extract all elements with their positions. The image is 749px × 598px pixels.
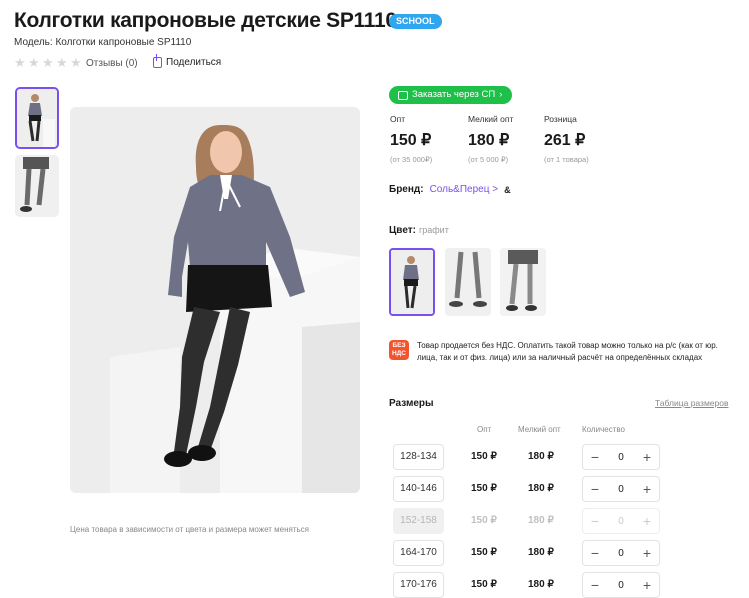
star-icon: ★ bbox=[70, 55, 82, 70]
size-option[interactable]: 128-134 bbox=[393, 444, 444, 470]
sizes-title: Размеры bbox=[389, 398, 434, 409]
share-icon bbox=[153, 54, 162, 68]
quantity-value[interactable]: 0 bbox=[618, 580, 624, 591]
size-price-small-opt: 180 ₽ bbox=[528, 483, 554, 494]
quantity-value[interactable]: 0 bbox=[618, 484, 624, 495]
price-small-opt: Мелкий опт 180 ₽ (от 5 000 ₽) bbox=[468, 114, 513, 164]
quantity-value[interactable]: 0 bbox=[618, 452, 624, 463]
color-swatch-1[interactable] bbox=[389, 248, 435, 316]
size-option-disabled: 152-158 bbox=[393, 508, 444, 534]
no-vat-icon: БЕЗ НДС bbox=[389, 340, 409, 360]
girl-swatch-image bbox=[391, 250, 433, 314]
thumbnail-1[interactable] bbox=[15, 87, 59, 149]
model-text: Модель: Колготки капроновые SP1110 bbox=[14, 37, 192, 48]
minus-button[interactable]: − bbox=[589, 540, 601, 566]
color-value: графит bbox=[418, 225, 449, 235]
quantity-value[interactable]: 0 bbox=[618, 548, 624, 559]
star-icon: ★ bbox=[28, 55, 40, 70]
star-icon: ★ bbox=[42, 55, 54, 70]
star-icon: ★ bbox=[14, 55, 26, 70]
color-title: Цвет: bbox=[389, 225, 416, 236]
price-retail: Розница 261 ₽ (от 1 товара) bbox=[544, 114, 589, 164]
share-button[interactable]: Поделиться bbox=[153, 54, 222, 68]
girl-photo-thumbnail bbox=[17, 89, 57, 147]
size-chart-link[interactable]: Таблица размеров bbox=[655, 398, 729, 408]
price-value: 150 ₽ bbox=[390, 132, 432, 149]
chevron-right-icon: > bbox=[492, 184, 499, 195]
color-swatch-3[interactable] bbox=[500, 248, 546, 316]
price-value: 180 ₽ bbox=[468, 132, 510, 149]
price-value: 261 ₽ bbox=[544, 132, 586, 149]
reviews-link[interactable]: Отзывы (0) bbox=[86, 58, 138, 69]
col-header-qty: Количество bbox=[582, 425, 625, 434]
minus-button: − bbox=[590, 513, 600, 529]
plus-button[interactable]: + bbox=[641, 540, 653, 566]
quantity-stepper: − 0 + bbox=[582, 540, 660, 566]
price-condition: (от 35 000₽) bbox=[390, 155, 433, 164]
size-price-small-opt: 180 ₽ bbox=[528, 451, 554, 462]
thumbnail-2[interactable] bbox=[15, 155, 59, 217]
minus-button[interactable]: − bbox=[589, 444, 601, 470]
color-label: Цвет: графит bbox=[389, 225, 449, 236]
size-price-opt: 150 ₽ bbox=[471, 451, 497, 462]
girl-photo bbox=[70, 107, 360, 493]
brand-row: Бренд: Соль&Перец > & bbox=[389, 184, 511, 195]
size-option[interactable]: 164-170 bbox=[393, 540, 444, 566]
size-price-opt: 150 ₽ bbox=[471, 579, 497, 590]
minus-button[interactable]: − bbox=[589, 476, 601, 502]
cart-icon bbox=[398, 90, 408, 100]
size-price-small-opt: 180 ₽ bbox=[528, 547, 554, 558]
price-condition: (от 5 000 ₽) bbox=[468, 155, 509, 164]
quantity-stepper: − 0 + bbox=[582, 572, 660, 598]
legs-swatch-image bbox=[445, 248, 491, 316]
order-via-sp-button[interactable]: Заказать через СП › bbox=[389, 86, 513, 104]
quantity-stepper: − 0 + bbox=[582, 444, 660, 470]
rating-stars[interactable]: ★ ★ ★ ★ ★ bbox=[14, 56, 83, 69]
col-header-opt: Опт bbox=[477, 425, 492, 434]
size-price-opt: 150 ₽ bbox=[471, 515, 497, 526]
page-title: Колготки капроновые детские SP1110 bbox=[14, 9, 397, 32]
legs-swatch-image bbox=[500, 248, 546, 316]
size-option[interactable]: 170-176 bbox=[393, 572, 444, 598]
size-price-opt: 150 ₽ bbox=[471, 483, 497, 494]
price-condition: (от 1 товара) bbox=[544, 155, 589, 164]
share-label: Поделиться bbox=[166, 57, 222, 68]
plus-button[interactable]: + bbox=[641, 444, 653, 470]
quantity-value: 0 bbox=[618, 515, 624, 527]
plus-button: + bbox=[642, 513, 652, 529]
vat-text: Товар продается без НДС. Оплатить такой … bbox=[417, 341, 718, 362]
plus-button[interactable]: + bbox=[641, 476, 653, 502]
size-price-small-opt: 180 ₽ bbox=[528, 579, 554, 590]
vat-notice: БЕЗ НДС Товар продается без НДС. Оплатит… bbox=[389, 340, 734, 364]
brand-name: Соль&Перец bbox=[429, 184, 490, 195]
minus-button[interactable]: − bbox=[589, 572, 601, 598]
star-icon: ★ bbox=[56, 55, 68, 70]
quantity-stepper-disabled: − 0 + bbox=[582, 508, 660, 534]
color-swatch-2[interactable] bbox=[445, 248, 491, 316]
price-note: Цена товара в зависимости от цвета и раз… bbox=[70, 525, 310, 534]
price-label: Мелкий опт bbox=[468, 114, 514, 124]
chevron-right-icon: › bbox=[499, 89, 503, 100]
price-opt: Опт 150 ₽ (от 35 000₽) bbox=[390, 114, 432, 164]
price-label: Розница bbox=[544, 114, 577, 124]
plus-button[interactable]: + bbox=[641, 572, 653, 598]
quantity-stepper: − 0 + bbox=[582, 476, 660, 502]
brand-logo: & bbox=[504, 184, 511, 195]
size-price-small-opt: 180 ₽ bbox=[528, 515, 554, 526]
main-product-photo[interactable] bbox=[70, 107, 360, 493]
col-header-small-opt: Мелкий опт bbox=[518, 425, 561, 434]
price-label: Опт bbox=[390, 114, 406, 124]
size-option[interactable]: 140-146 bbox=[393, 476, 444, 502]
school-badge[interactable]: SCHOOL bbox=[389, 14, 442, 29]
size-price-opt: 150 ₽ bbox=[471, 547, 497, 558]
brand-link[interactable]: Соль&Перец > bbox=[430, 184, 499, 195]
legs-photo-thumbnail bbox=[15, 155, 59, 217]
brand-label: Бренд: bbox=[389, 184, 424, 195]
order-button-label: Заказать через СП bbox=[412, 89, 496, 100]
